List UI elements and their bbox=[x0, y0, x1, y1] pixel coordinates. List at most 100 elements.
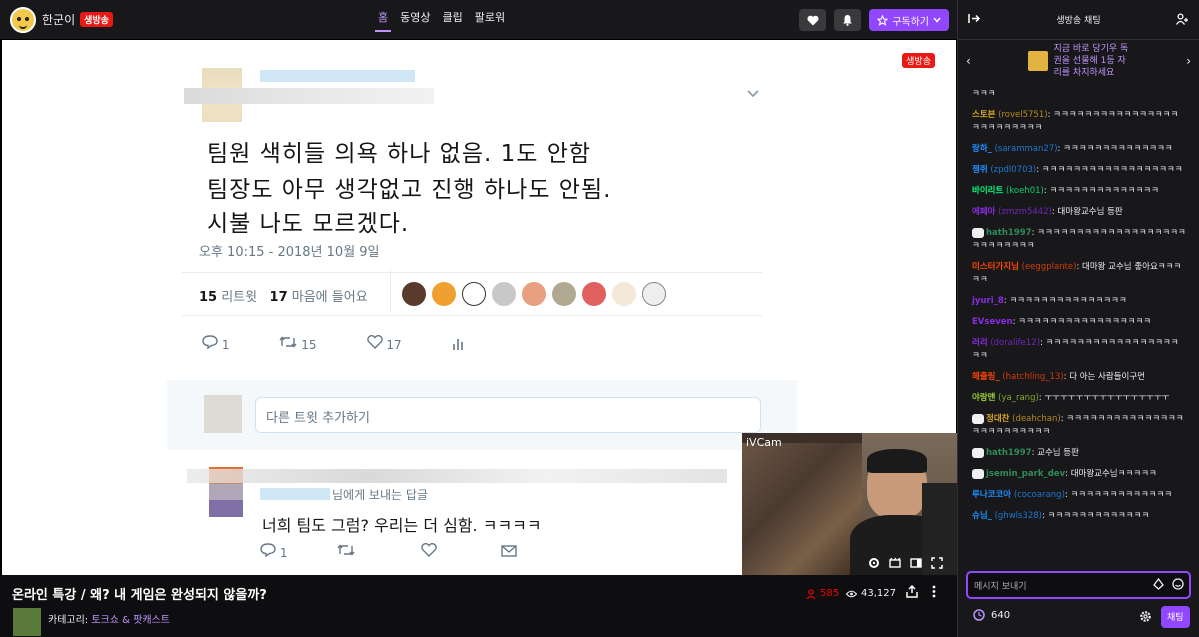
chat-message: 해출링_ (hatchling_13): 다 아는 사람들이구먼 bbox=[972, 371, 1186, 384]
blurred-name bbox=[260, 70, 415, 82]
chat-username[interactable]: EVseven bbox=[972, 317, 1013, 327]
reply-count: 1 bbox=[221, 338, 230, 352]
chat-message-text: : ㅜㅜㅜㅜㅜㅜㅜㅜㅜㅜㅜㅜㅜㅜㅜㅜ bbox=[1038, 393, 1170, 403]
chat-message-text: ㅋㅋㅋ bbox=[972, 89, 996, 99]
chat-user-id[interactable]: (rovel5751) bbox=[998, 110, 1047, 120]
chat-username[interactable]: 바이리트 bbox=[972, 186, 1003, 196]
chat-username[interactable]: 해출링_ bbox=[972, 372, 1000, 382]
chat-username[interactable]: 루나코코아 bbox=[972, 490, 1011, 500]
follow-button[interactable] bbox=[799, 9, 827, 31]
gear-icon[interactable] bbox=[868, 557, 880, 569]
chat-user-id[interactable]: (saramman27) bbox=[995, 144, 1058, 154]
subscribe-button[interactable]: 구독하기 bbox=[869, 9, 949, 31]
chat-user-id[interactable]: (deahchan) bbox=[1012, 414, 1061, 424]
reply-action[interactable]: 1 bbox=[202, 335, 229, 352]
share-icon[interactable] bbox=[906, 585, 918, 598]
chat-input-placeholder: 메시지 보내기 bbox=[974, 582, 1027, 592]
retweet-action[interactable]: 15 bbox=[279, 335, 317, 352]
chevron-down-icon[interactable] bbox=[747, 90, 759, 98]
users-icon[interactable] bbox=[1176, 13, 1189, 25]
fullscreen-icon[interactable] bbox=[931, 557, 943, 569]
chat-username[interactable]: hath1997 bbox=[986, 448, 1032, 458]
channel-points-icon bbox=[973, 609, 985, 621]
volume-icon[interactable] bbox=[36, 552, 48, 563]
chat-user-id[interactable]: (zpdl0703) bbox=[990, 165, 1036, 175]
blurred-avatar bbox=[204, 395, 242, 433]
chat-user-id[interactable]: (koeh01) bbox=[1006, 186, 1044, 196]
gift-icon bbox=[1027, 51, 1048, 71]
chat-message-text: : 교수님 등판 bbox=[1031, 448, 1079, 458]
bell-icon bbox=[843, 15, 853, 26]
heart-icon bbox=[366, 335, 383, 349]
app-root: 한군이 생방송 홈 동영상 클립 팔로워 구독하기 팀원 색히들 의욕 하나 없… bbox=[0, 0, 1199, 637]
gear-icon[interactable] bbox=[1139, 610, 1152, 623]
chat-username[interactable]: 에페아 bbox=[972, 207, 995, 217]
chat-username[interactable]: 젱쥐 bbox=[972, 165, 988, 175]
chat-user-id[interactable]: (zmzm5442) bbox=[998, 207, 1052, 217]
chat-username[interactable]: 슈님_ bbox=[972, 511, 992, 521]
chat-username[interactable]: 스토븐 bbox=[972, 110, 995, 120]
live-badge: 생방송 bbox=[902, 53, 935, 68]
chat-header: 생방송 채팅 bbox=[958, 0, 1199, 40]
chat-user-id[interactable]: (ghwls328) bbox=[995, 511, 1042, 521]
subscribe-label: 구독하기 bbox=[892, 16, 929, 28]
chat-user-id[interactable]: (doralife12) bbox=[990, 338, 1040, 348]
theater-mode-icon[interactable] bbox=[910, 557, 922, 569]
chat-message-text: : ㅋㅋㅋㅋㅋㅋㅋㅋㅋㅋㅋㅋㅋ bbox=[1041, 511, 1150, 521]
reply-count: 1 bbox=[279, 546, 288, 560]
video-player[interactable]: 팀원 색히들 의욕 하나 없음. 1도 안함 팀장도 아무 생각없고 진행 하나… bbox=[0, 40, 957, 575]
chat-username[interactable]: hath1997 bbox=[986, 228, 1032, 238]
add-tweet-input[interactable]: 다른 트윗 추가하기 bbox=[255, 397, 761, 433]
tab-home[interactable]: 홈 bbox=[372, 0, 394, 40]
channel-avatar[interactable] bbox=[10, 6, 36, 33]
tab-followers[interactable]: 팔로워 bbox=[469, 0, 511, 40]
analytics-icon[interactable] bbox=[452, 337, 464, 351]
chat-username[interactable]: 랑하_ bbox=[972, 144, 992, 154]
cam-label: iVCam bbox=[746, 436, 782, 449]
chat-user-id[interactable]: (eeggplante) bbox=[1022, 262, 1077, 272]
avatar bbox=[522, 282, 546, 306]
chat-username[interactable]: jyuri_8 bbox=[972, 296, 1004, 306]
chat-message: 루나코코아 (cocoarang): ㅋㅋㅋㅋㅋㅋㅋㅋㅋㅋㅋㅋㅋ bbox=[972, 489, 1186, 502]
chat-username[interactable]: 미스터가지님 bbox=[972, 262, 1019, 272]
chevron-right-icon[interactable]: › bbox=[1186, 54, 1191, 68]
blurred-handle bbox=[184, 88, 434, 104]
channel-name[interactable]: 한군이 bbox=[42, 11, 75, 28]
chat-username[interactable]: jsemin_park_dev bbox=[986, 469, 1065, 479]
reply-icon bbox=[260, 543, 276, 558]
chat-user-id[interactable]: (hatchling_13) bbox=[1002, 372, 1063, 382]
gift-banner[interactable]: ‹ 지금 바로 당기우 독권을 선물해 1등 자리를 차지하세요 › bbox=[958, 40, 1199, 82]
chat-username[interactable]: 야랑맨 bbox=[972, 393, 995, 403]
tab-videos[interactable]: 동영상 bbox=[394, 0, 436, 40]
clip-icon[interactable] bbox=[889, 557, 901, 569]
category-link[interactable]: 토크쇼 & 팟캐스트 bbox=[91, 615, 170, 626]
retweet-icon bbox=[337, 544, 355, 556]
divider bbox=[182, 315, 762, 316]
pause-icon[interactable] bbox=[14, 552, 24, 563]
chat-input[interactable]: 메시지 보내기 bbox=[966, 571, 1191, 599]
channel-points-value: 640 bbox=[991, 609, 1011, 621]
like-action[interactable]: 17 bbox=[366, 335, 402, 352]
avatar bbox=[492, 282, 516, 306]
chat-user-id[interactable]: (ya_rang) bbox=[998, 393, 1039, 403]
chat-username[interactable]: 러리 bbox=[972, 338, 988, 348]
chat-send-button[interactable]: 채팅 bbox=[1161, 606, 1190, 628]
bits-icon[interactable] bbox=[1153, 578, 1164, 590]
chat-message-text: : ㅋㅋㅋㅋㅋㅋㅋㅋㅋㅋㅋㅋㅋㅋㅋㅋㅋ bbox=[1012, 317, 1152, 327]
more-icon[interactable] bbox=[932, 585, 936, 598]
blurred-name bbox=[187, 469, 727, 483]
collapse-chat-icon[interactable] bbox=[968, 13, 981, 24]
chat-message-text: : ㅋㅋㅋㅋㅋㅋㅋㅋㅋㅋㅋㅋㅋㅋ bbox=[1057, 144, 1173, 154]
reply-tweet-actions: 1 bbox=[260, 543, 517, 560]
gift-banner-text: 지금 바로 당기우 독권을 선물해 1등 자리를 차지하세요 bbox=[1053, 44, 1129, 78]
tab-clips[interactable]: 클립 bbox=[437, 0, 469, 40]
emote-icon[interactable] bbox=[1172, 578, 1184, 590]
channel-points[interactable]: 640 bbox=[973, 609, 1010, 621]
notification-button[interactable] bbox=[834, 9, 862, 31]
chat-message: EVseven: ㅋㅋㅋㅋㅋㅋㅋㅋㅋㅋㅋㅋㅋㅋㅋㅋㅋ bbox=[972, 316, 1186, 329]
tweet-text-line-2: 팀장도 아무 생각없고 진행 하나도 안됨. bbox=[207, 177, 612, 203]
chevron-left-icon[interactable]: ‹ bbox=[966, 54, 971, 68]
chat-username[interactable]: 정대찬 bbox=[986, 414, 1009, 424]
category-thumbnail[interactable] bbox=[13, 608, 41, 636]
chat-user-id[interactable]: (cocoarang) bbox=[1014, 490, 1065, 500]
